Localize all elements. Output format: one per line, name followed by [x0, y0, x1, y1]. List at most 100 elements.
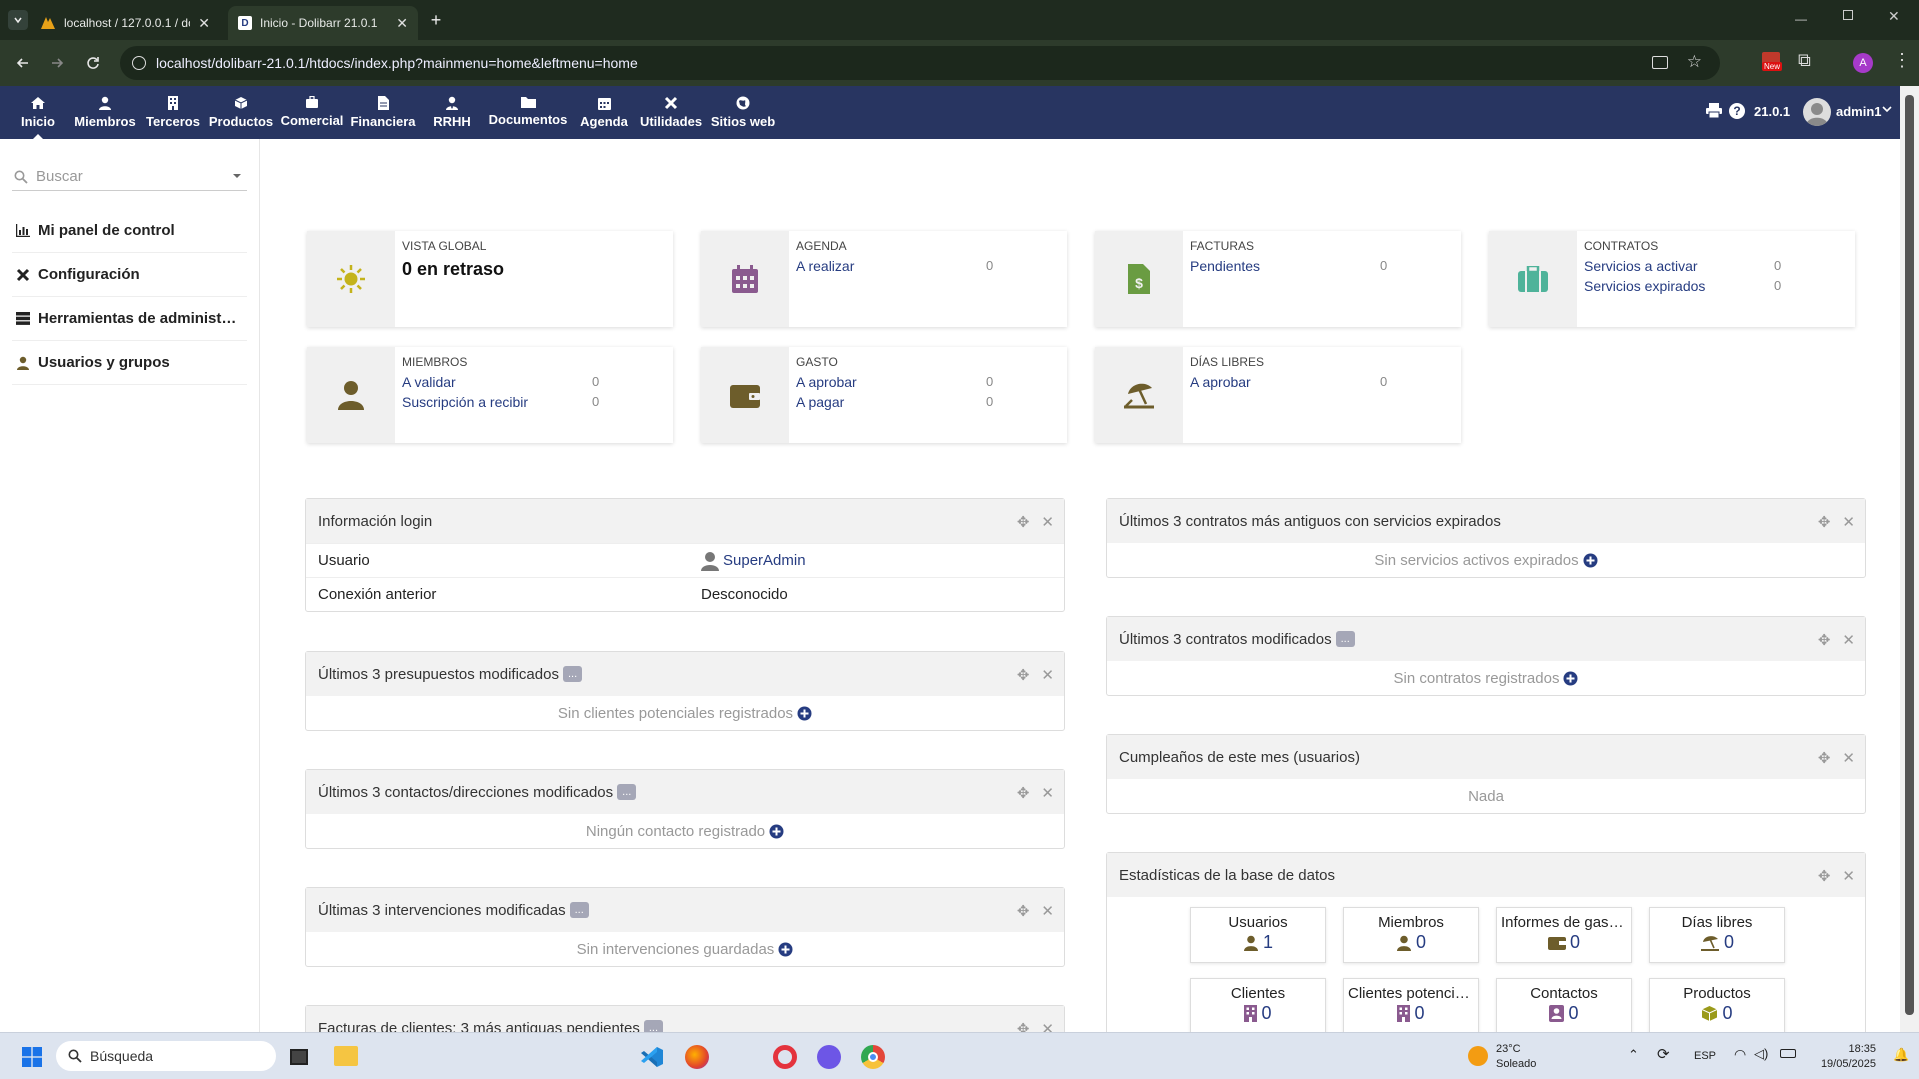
taskbar-search-input[interactable]: Búsqueda [56, 1041, 276, 1071]
task-view-icon[interactable] [290, 1049, 308, 1065]
close-icon[interactable]: ✕ [1041, 666, 1054, 684]
close-icon[interactable]: ✕ [1041, 902, 1054, 920]
close-icon[interactable]: ✕ [1041, 784, 1054, 802]
box-link-servicios-activar[interactable]: Servicios a activar [1584, 258, 1698, 274]
close-tab-icon[interactable]: ✕ [396, 15, 408, 32]
browser-tab-dolibarr[interactable]: D Inicio - Dolibarr 21.0.1 ✕ [228, 6, 418, 40]
sidebar-item-config[interactable]: Configuración [12, 253, 247, 297]
box-link-pendientes[interactable]: Pendientes [1190, 258, 1260, 274]
scrollbar-thumb[interactable] [1905, 95, 1914, 1015]
volume-icon[interactable]: ◁) [1754, 1046, 1768, 1062]
stat-clientes[interactable]: Clientes 0 [1190, 978, 1326, 1032]
dropdown-arrow-icon[interactable] [233, 174, 241, 182]
forward-icon[interactable] [46, 52, 68, 74]
close-icon[interactable]: ✕ [1842, 513, 1855, 531]
stat-informes-gastos[interactable]: Informes de gastos 0 [1496, 907, 1632, 963]
box-count[interactable]: 0 [986, 258, 993, 273]
box-vista-global[interactable]: VISTA GLOBAL 0 en retraso [307, 231, 673, 327]
more-button[interactable]: ... [1335, 631, 1355, 647]
menu-comercial[interactable]: Comercial [281, 86, 343, 139]
add-circle-icon[interactable] [778, 942, 793, 957]
profile-avatar[interactable]: A [1853, 53, 1873, 73]
close-window-icon[interactable]: ✕ [1888, 8, 1900, 25]
clock-time[interactable]: 18:35 [1831, 1043, 1876, 1055]
box-link-servicios-expirados[interactable]: Servicios expirados [1584, 278, 1705, 294]
back-icon[interactable] [12, 52, 34, 74]
menu-terceros[interactable]: Terceros [146, 86, 200, 139]
browser-menu-icon[interactable]: ⋮ [1893, 50, 1911, 71]
weather-sun-icon[interactable] [1468, 1046, 1488, 1066]
menu-miembros[interactable]: Miembros [74, 86, 136, 139]
more-button[interactable]: ... [562, 666, 583, 682]
move-icon[interactable]: ✥ [1017, 513, 1030, 531]
windows-start-icon[interactable] [22, 1047, 42, 1067]
browser-tab-phpmyadmin[interactable]: localhost / 127.0.0.1 / dolibarr | ✕ [30, 6, 220, 40]
close-icon[interactable]: ✕ [1842, 749, 1855, 767]
language-indicator[interactable]: ESP [1694, 1050, 1716, 1062]
box-link-a-validar[interactable]: A validar [402, 374, 456, 390]
stat-usuarios[interactable]: Usuarios 1 [1190, 907, 1326, 963]
add-circle-icon[interactable] [1583, 553, 1598, 568]
install-app-icon[interactable] [1652, 56, 1668, 69]
close-icon[interactable]: ✕ [1842, 867, 1855, 885]
sidebar-item-panel[interactable]: Mi panel de control [12, 209, 247, 253]
restore-icon[interactable] [1843, 10, 1853, 20]
reload-icon[interactable] [82, 52, 104, 74]
weather-temp[interactable]: 23°C [1496, 1043, 1521, 1055]
help-icon[interactable]: ? [1729, 103, 1745, 119]
move-icon[interactable]: ✥ [1017, 784, 1030, 802]
add-circle-icon[interactable] [769, 824, 784, 839]
box-link-a-aprobar[interactable]: A aprobar [796, 374, 857, 390]
box-count[interactable]: 0 [592, 394, 599, 409]
stat-contactos[interactable]: Contactos 0 [1496, 978, 1632, 1032]
move-icon[interactable]: ✥ [1818, 749, 1831, 767]
site-info-icon[interactable] [132, 56, 146, 70]
print-icon[interactable] [1706, 103, 1722, 118]
minimize-icon[interactable]: — [1795, 12, 1807, 26]
stat-dias-libres[interactable]: Días libres 0 [1649, 907, 1785, 963]
menu-financiera[interactable]: Financiera [350, 86, 416, 139]
box-link-a-aprobar[interactable]: A aprobar [1190, 374, 1251, 390]
close-tab-icon[interactable]: ✕ [198, 15, 210, 32]
chevron-up-icon[interactable]: ⌃ [1628, 1047, 1639, 1063]
opera-icon[interactable] [773, 1045, 797, 1069]
move-icon[interactable]: ✥ [1017, 1020, 1030, 1032]
box-link-a-pagar[interactable]: A pagar [796, 394, 844, 410]
box-count[interactable]: 0 [1380, 258, 1387, 273]
add-circle-icon[interactable] [1563, 671, 1578, 686]
clock-date[interactable]: 19/05/2025 [1815, 1058, 1876, 1070]
more-button[interactable]: ... [569, 902, 589, 918]
box-count[interactable]: 0 [1774, 278, 1781, 293]
menu-documentos[interactable]: Documentos [488, 86, 568, 139]
wifi-icon[interactable]: ◠ [1734, 1046, 1746, 1063]
close-icon[interactable]: ✕ [1041, 513, 1054, 531]
box-link-suscripcion[interactable]: Suscripción a recibir [402, 394, 528, 410]
url-input[interactable]: localhost/dolibarr-21.0.1/htdocs/index.p… [120, 46, 1720, 80]
new-tab-icon[interactable]: + [424, 8, 448, 32]
bookmark-star-icon[interactable]: ☆ [1687, 52, 1702, 72]
move-icon[interactable]: ✥ [1017, 666, 1030, 684]
box-count[interactable]: 0 [986, 374, 993, 389]
messenger-icon[interactable] [817, 1045, 841, 1069]
notification-bell-icon[interactable]: 🔔 [1893, 1047, 1909, 1063]
menu-productos[interactable]: Productos [209, 86, 273, 139]
menu-utilidades[interactable]: Utilidades [638, 86, 704, 139]
menu-inicio[interactable]: Inicio [18, 86, 58, 139]
stat-clientes-potenciales[interactable]: Clientes potenciales 0 [1343, 978, 1479, 1032]
stat-productos[interactable]: Productos 0 [1649, 978, 1785, 1032]
more-button[interactable]: ... [617, 784, 637, 800]
search-input[interactable]: Buscar [12, 163, 247, 191]
move-icon[interactable]: ✥ [1017, 902, 1030, 920]
sidebar-item-admin-tools[interactable]: Herramientas de administración [12, 297, 247, 341]
tab-list-icon[interactable] [8, 10, 28, 30]
more-button[interactable]: ... [643, 1020, 664, 1032]
box-link-a-realizar[interactable]: A realizar [796, 258, 854, 274]
box-count[interactable]: 0 [1380, 374, 1387, 389]
menu-rrhh[interactable]: RRHH [428, 86, 476, 139]
vscode-icon[interactable] [640, 1045, 664, 1069]
chevron-down-icon[interactable] [1882, 105, 1892, 113]
move-icon[interactable]: ✥ [1818, 867, 1831, 885]
stat-miembros[interactable]: Miembros 0 [1343, 907, 1479, 963]
move-icon[interactable]: ✥ [1818, 513, 1831, 531]
menu-agenda[interactable]: Agenda [578, 86, 630, 139]
